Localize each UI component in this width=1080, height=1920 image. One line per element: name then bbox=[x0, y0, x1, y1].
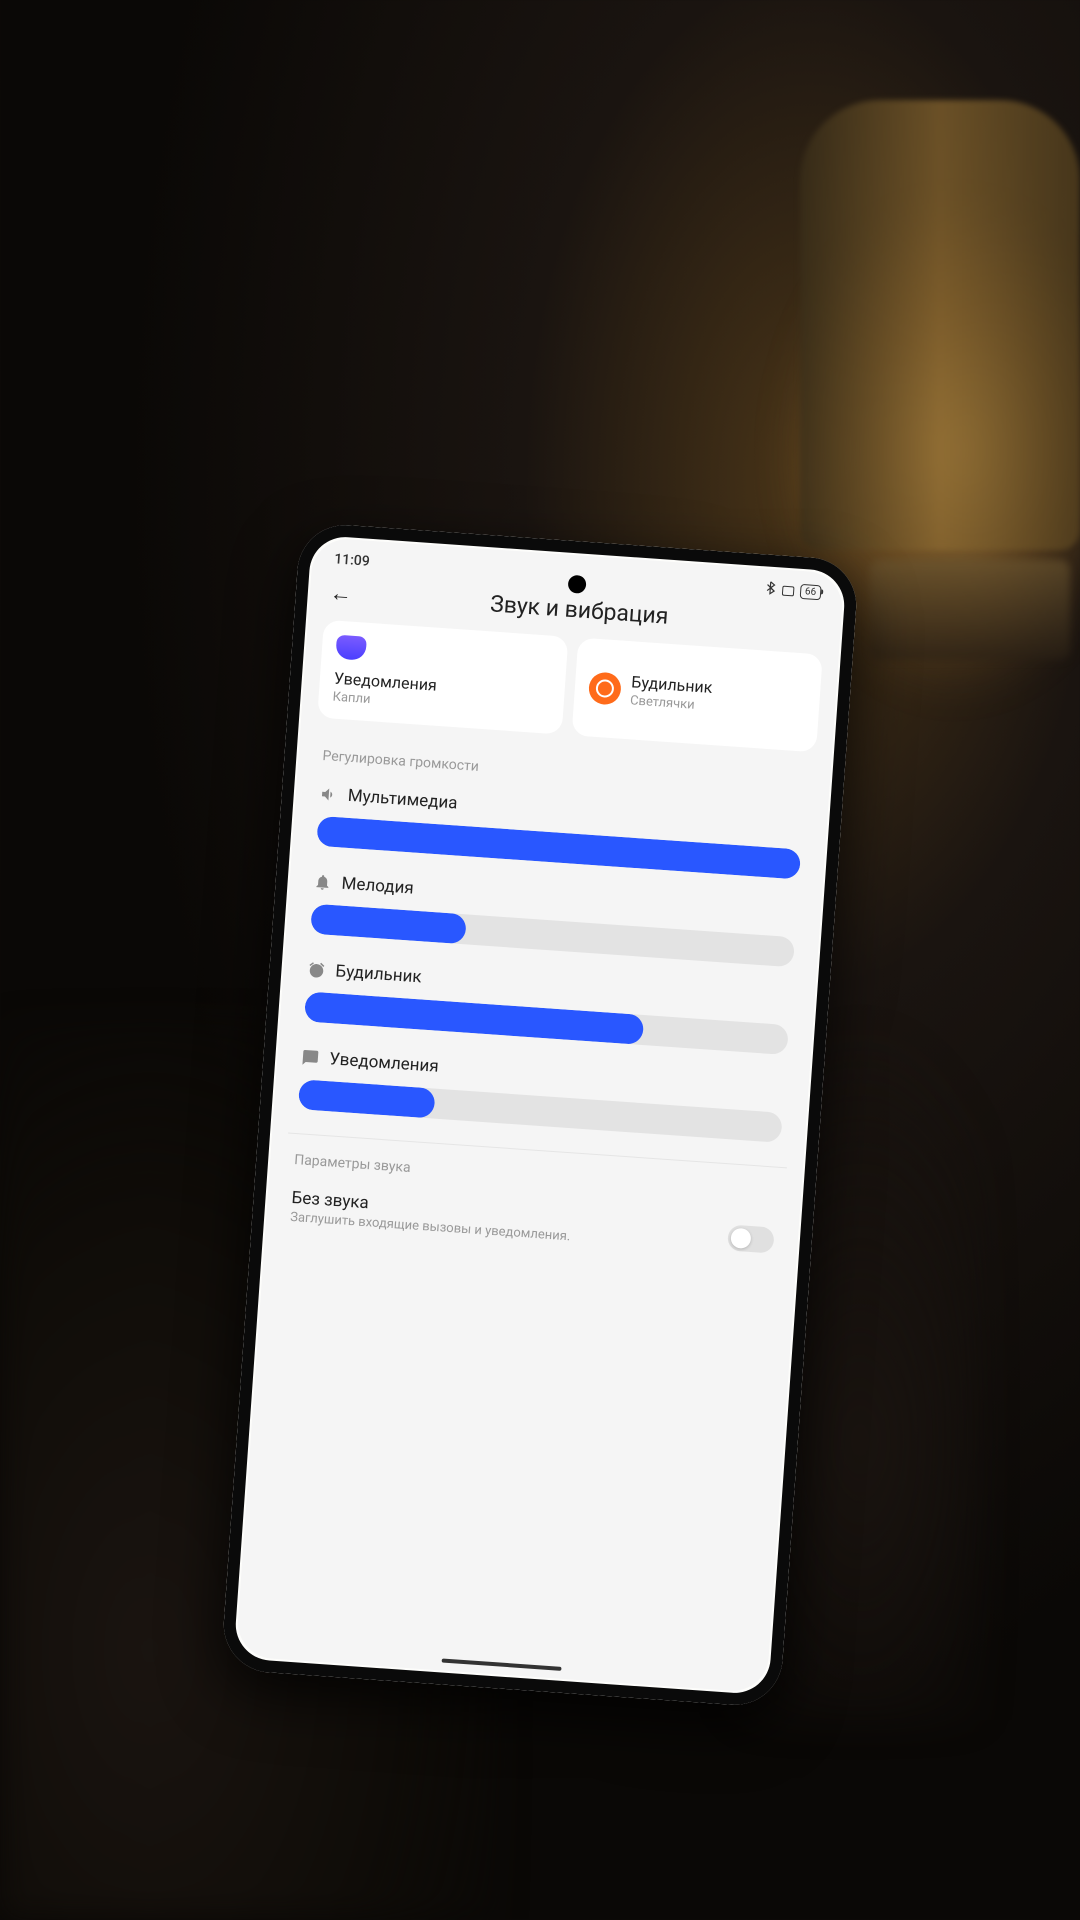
silent-toggle[interactable] bbox=[727, 1225, 775, 1254]
phone-screen: 11:09 66 ← Звук и вибрация Уведомления К… bbox=[236, 537, 845, 1693]
alarm-icon bbox=[307, 960, 326, 979]
bell-outline-icon bbox=[313, 873, 332, 892]
status-time: 11:09 bbox=[334, 551, 371, 569]
notifications-slider-fill bbox=[298, 1079, 435, 1118]
speaker-icon bbox=[319, 785, 338, 804]
alarm-card-subtitle: Светлячки bbox=[630, 693, 712, 714]
content-area: Уведомления Капли Будильник Светлячки Ре… bbox=[265, 619, 839, 1272]
status-icons: 66 bbox=[765, 581, 821, 602]
alarm-clock-icon bbox=[588, 671, 622, 705]
ringtone-slider-label: Мелодия bbox=[341, 874, 414, 899]
message-icon bbox=[301, 1048, 320, 1067]
bell-icon bbox=[335, 635, 367, 661]
alarm-slider-label: Будильник bbox=[335, 961, 422, 987]
notifications-slider-label: Уведомления bbox=[329, 1049, 440, 1077]
media-slider-label: Мультимедиа bbox=[347, 786, 458, 814]
alarm-card[interactable]: Будильник Светлячки bbox=[572, 638, 823, 753]
phone-device: 11:09 66 ← Звук и вибрация Уведомления К… bbox=[221, 522, 860, 1708]
battery-icon: 66 bbox=[799, 584, 821, 600]
bluetooth-icon bbox=[765, 581, 776, 599]
background-lamp bbox=[800, 100, 1080, 550]
background-lamp-base bbox=[870, 560, 1070, 660]
home-indicator[interactable] bbox=[442, 1658, 562, 1670]
ringtone-slider-fill bbox=[310, 904, 467, 945]
notifications-card[interactable]: Уведомления Капли bbox=[317, 620, 568, 735]
signal-icon bbox=[782, 585, 795, 596]
